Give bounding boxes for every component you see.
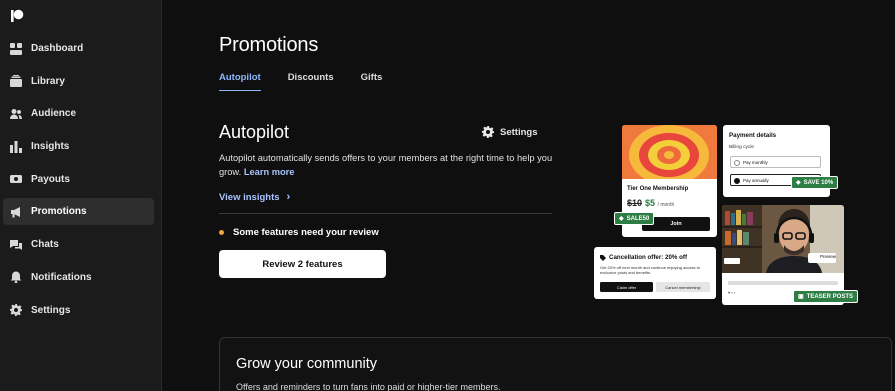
view-insights-label: View insights [219,191,280,203]
video-thumbnail: Preview [722,205,844,273]
autopilot-title: Autopilot [219,122,290,142]
sidebar-item-label: Notifications [31,271,92,283]
promotions-icon [9,205,22,218]
sidebar-item-label: Insights [31,141,70,153]
alert-text: Some features need your review [233,227,379,238]
new-price: $5 [645,198,656,208]
tab-autopilot[interactable]: Autopilot [219,72,261,91]
sidebar-item-payouts[interactable]: Payouts [3,166,154,193]
tag-icon: ◆ [796,180,801,186]
cancellation-offer-card: Cancellation offer: 20% off Get 20% off … [594,247,716,299]
sidebar-item-label: Chats [31,239,59,251]
sidebar-item-label: Audience [31,108,77,120]
audience-icon [9,107,22,120]
review-alert: Some features need your review [219,227,379,238]
sale-badge-label: SALE50 [626,215,650,222]
post-meta: ♥ ▪ ▪ [728,290,736,295]
grow-subtitle: Offers and reminders to turn fans into p… [236,382,501,391]
tier-artwork [622,125,717,179]
cancel-title-row: Cancellation offer: 20% off [600,254,687,261]
sidebar-item-settings[interactable]: Settings [3,297,154,324]
billing-cycle-label: Billing cycle [729,145,755,150]
learn-more-link[interactable]: Learn more [244,167,295,177]
page-title: Promotions [219,34,319,56]
cancel-description: Get 20% off next month and continue enjo… [600,265,700,275]
sidebar-item-label: Library [31,75,65,87]
cancel-title: Cancellation offer: 20% off [609,254,688,261]
sidebar-nav: Dashboard Library Audience Insights Payo… [0,35,162,329]
grow-title: Grow your community [236,356,378,372]
cancel-membership-button: Cancel membership [656,282,710,292]
sidebar-item-audience[interactable]: Audience [3,100,154,127]
settings-label: Settings [500,126,538,138]
sidebar-item-insights[interactable]: Insights [3,133,154,160]
sidebar-item-notifications[interactable]: Notifications [3,264,154,291]
gear-icon [9,304,22,317]
chevron-right-icon: › [286,191,291,203]
gear-icon [482,126,494,138]
view-insights-link[interactable]: View insights › [219,191,290,203]
tab-gifts[interactable]: Gifts [361,72,383,91]
price-period: / month [657,202,675,208]
main-content: Promotions Autopilot Discounts Gifts Aut… [163,0,895,391]
video-progress [728,281,838,285]
warning-dot-icon [219,230,224,235]
sidebar-item-promotions[interactable]: Promotions [3,198,154,226]
review-features-button[interactable]: Review 2 features [219,250,386,278]
preview-label: Preview [820,254,837,259]
patreon-logo-icon[interactable] [10,9,24,23]
sidebar-item-library[interactable]: Library [3,68,154,95]
teaser-posts-badge: ▣ TEASER POSTS [793,290,859,303]
insights-icon [9,140,22,153]
chats-icon [9,238,22,251]
old-price: $10 [627,198,643,208]
pay-monthly-option: Pay monthly [730,156,821,168]
tier-title: Tier One Membership [627,186,689,192]
bell-icon [9,271,22,284]
tag-icon [600,254,606,261]
sidebar-item-label: Dashboard [31,43,84,54]
sale-badge: ◆ SALE50 [614,212,655,225]
sidebar-item-label: Promotions [31,206,87,218]
tab-bar: Autopilot Discounts Gifts [219,72,409,91]
tab-discounts[interactable]: Discounts [288,72,334,91]
teaser-badge-label: TEASER POSTS [806,293,854,300]
library-icon [9,75,22,88]
save-badge-label: SAVE 10% [803,179,834,186]
dashboard-icon [9,42,22,55]
claim-offer-button: Claim offer [600,282,653,292]
sidebar-item-label: Settings [31,304,71,316]
tier-price: $10 $5 / month [627,198,674,208]
divider [219,213,552,214]
autopilot-description: Autopilot automatically sends offers to … [219,151,559,179]
sidebar: Dashboard Library Audience Insights Payo… [0,0,162,391]
tag-icon: ◆ [619,216,624,222]
grow-community-card: Grow your community Offers and reminders… [219,337,892,391]
autopilot-settings-button[interactable]: Settings [482,126,537,138]
payouts-icon [9,173,22,186]
sidebar-item-chats[interactable]: Chats [3,231,154,258]
payment-title: Payment details [729,132,777,139]
sidebar-item-dashboard[interactable]: Dashboard [3,35,154,62]
sidebar-item-label: Payouts [31,173,70,185]
lock-icon: ▣ [798,294,804,300]
save-badge: ◆ SAVE 10% [791,176,839,189]
